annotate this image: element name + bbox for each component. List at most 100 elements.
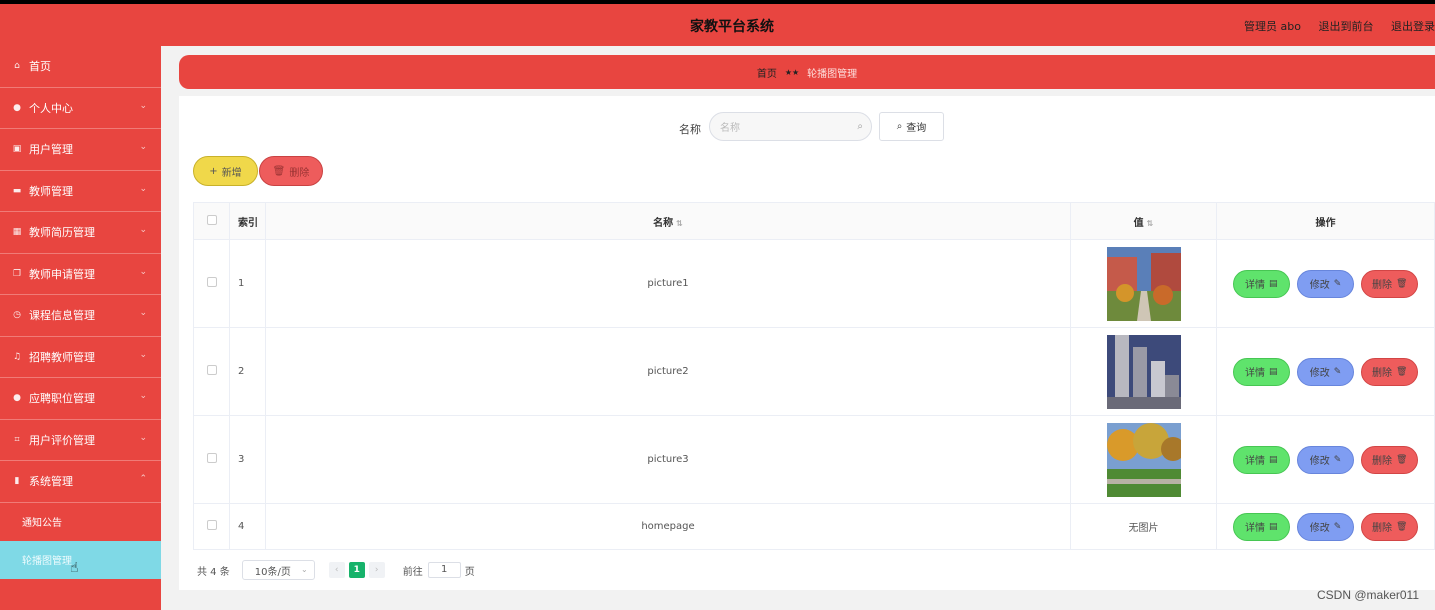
bell-icon: ♫: [12, 351, 22, 362]
exit-to-front-link[interactable]: 退出到前台: [1319, 20, 1374, 33]
sidebar-item-label: 应聘职位管理: [29, 392, 95, 406]
detail-button[interactable]: 详情 ▤: [1232, 357, 1290, 386]
sidebar-subitem-carousel[interactable]: 轮播图管理: [0, 540, 161, 579]
table-row: 4 homepage 无图片 详情 ▤ 修改 ✎ 删除 🗑: [193, 503, 1435, 550]
trash-icon: 🗑: [272, 165, 286, 177]
sidebar-item-label: 用户管理: [29, 143, 73, 157]
add-button[interactable]: + 新增: [193, 156, 258, 186]
value-cell: 无图片: [1070, 503, 1217, 550]
name-header[interactable]: 名称 ⇅: [265, 202, 1071, 240]
page-size-value: 10条/页: [254, 566, 291, 578]
edit-button[interactable]: 修改 ✎: [1297, 445, 1354, 474]
sort-icon[interactable]: ⇅: [1147, 219, 1154, 228]
edit-button[interactable]: 修改 ✎: [1297, 357, 1354, 386]
search-icon: ⌕: [857, 121, 863, 132]
carousel-image-2[interactable]: [1106, 334, 1181, 409]
index-cell: 2: [229, 327, 266, 416]
index-header: 索引: [229, 202, 266, 240]
row-checkbox-cell[interactable]: [193, 327, 230, 416]
add-label: 新增: [221, 167, 242, 179]
sidebar-item-applications[interactable]: ❐ 教师申请管理 ⌄: [0, 254, 161, 295]
row-checkbox[interactable]: [206, 365, 217, 375]
row-checkbox-cell[interactable]: [193, 239, 230, 328]
sidebar-subitem-notices[interactable]: 通知公告: [0, 503, 161, 541]
detail-button[interactable]: 详情 ▤: [1232, 269, 1290, 298]
logout-link[interactable]: 退出登录: [1391, 20, 1435, 33]
row-checkbox-cell[interactable]: [193, 503, 230, 550]
hand-cursor-icon: ☝: [70, 560, 79, 576]
edit-button[interactable]: 修改 ✎: [1297, 269, 1354, 298]
detail-button[interactable]: 详情 ▤: [1232, 445, 1290, 474]
prev-page-button[interactable]: ‹: [328, 562, 345, 578]
goto-page-input[interactable]: 1: [427, 562, 461, 578]
carousel-image-1[interactable]: [1106, 246, 1181, 321]
row-checkbox[interactable]: [206, 453, 217, 463]
document-icon: ▤: [1269, 454, 1278, 465]
value-header[interactable]: 值 ⇅: [1070, 202, 1217, 240]
sidebar-item-users[interactable]: ▣ 用户管理 ⌄: [0, 129, 161, 171]
row-checkbox[interactable]: [206, 520, 217, 530]
chevron-down-icon: ⌄: [139, 432, 147, 443]
edit-button[interactable]: 修改 ✎: [1297, 512, 1354, 541]
sort-icon[interactable]: ⇅: [676, 219, 683, 228]
pencil-icon: ✎: [1333, 454, 1342, 465]
sidebar-item-teachers[interactable]: ▬ 教师管理 ⌄: [0, 171, 161, 212]
app-title: 家教平台系统: [690, 19, 774, 35]
sidebar-item-label: 招聘教师管理: [29, 350, 95, 364]
name-header-label: 名称: [653, 217, 674, 229]
sidebar-item-label: 教师简历管理: [29, 226, 95, 240]
index-cell: 3: [229, 415, 266, 504]
search-placeholder: 名称: [720, 123, 740, 134]
sidebar-item-personal[interactable]: ● 个人中心 ⌄: [0, 88, 161, 129]
table-row: 2 picture2 详情 ▤ 修改 ✎ 删除 🗑: [193, 327, 1435, 416]
row-checkbox[interactable]: [206, 277, 217, 287]
copy-icon: ❐: [12, 268, 22, 279]
batch-delete-button[interactable]: 🗑 删除: [259, 156, 323, 186]
index-header-label: 索引: [238, 217, 258, 229]
header-links: 管理员 abo 退出到前台 退出登录: [1230, 18, 1435, 34]
chevron-down-icon: ⌄: [301, 565, 308, 574]
row-checkbox-cell[interactable]: [193, 415, 230, 504]
delete-button[interactable]: 删除 🗑: [1361, 269, 1419, 298]
delete-button[interactable]: 删除 🗑: [1361, 445, 1419, 474]
grid-icon: ▦: [12, 227, 22, 238]
plus-icon: +: [209, 165, 218, 177]
search-input[interactable]: 名称 ⌕: [709, 112, 872, 141]
detail-label: 详情: [1245, 456, 1266, 467]
search-icon: ⌕: [896, 121, 903, 132]
chevron-down-icon: ⌄: [139, 266, 147, 277]
query-button[interactable]: ⌕ 查询: [879, 112, 944, 141]
detail-label: 详情: [1245, 368, 1266, 379]
sidebar-item-resumes[interactable]: ▦ 教师简历管理 ⌄: [0, 212, 161, 254]
page-number-button[interactable]: 1: [348, 562, 365, 578]
sidebar-item-label: 首页: [29, 60, 51, 74]
select-all-checkbox[interactable]: [206, 214, 217, 225]
select-all-cell[interactable]: [193, 202, 230, 240]
trash-icon: 🗑: [1395, 366, 1408, 377]
breadcrumb-home[interactable]: 首页: [757, 65, 777, 80]
name-cell: picture1: [265, 239, 1071, 328]
pencil-icon: ✎: [1333, 278, 1342, 289]
trash-icon: 🗑: [1395, 454, 1408, 465]
pager-total: 共 4 条: [197, 566, 230, 578]
sidebar-item-positions[interactable]: ● 应聘职位管理 ⌄: [0, 378, 161, 420]
breadcrumb-separator-icon: ★★: [784, 67, 800, 77]
user-icon: ●: [13, 102, 21, 113]
page-size-select[interactable]: 10条/页 ⌄: [241, 560, 315, 580]
detail-button[interactable]: 详情 ▤: [1232, 512, 1290, 541]
delete-button[interactable]: 删除 🗑: [1361, 512, 1419, 541]
carousel-image-3[interactable]: [1106, 422, 1181, 497]
sidebar-item-reviews[interactable]: ⌗ 用户评价管理 ⌄: [0, 420, 161, 461]
user-icon: ●: [13, 393, 21, 404]
next-page-button[interactable]: ›: [368, 562, 385, 578]
sidebar-item-system[interactable]: ▮ 系统管理 ⌃: [0, 461, 161, 503]
query-label: 查询: [906, 123, 927, 134]
sidebar-item-recruit[interactable]: ♫ 招聘教师管理 ⌄: [0, 337, 161, 378]
sidebar-item-home[interactable]: ⌂ 首页: [0, 46, 161, 88]
delete-button[interactable]: 删除 🗑: [1361, 357, 1419, 386]
sidebar-item-label: 个人中心: [29, 101, 73, 115]
value-cell: [1070, 239, 1217, 328]
sidebar-item-courses[interactable]: ◷ 课程信息管理 ⌄: [0, 295, 161, 337]
edit-label: 修改: [1309, 368, 1330, 379]
detail-label: 详情: [1245, 523, 1266, 534]
